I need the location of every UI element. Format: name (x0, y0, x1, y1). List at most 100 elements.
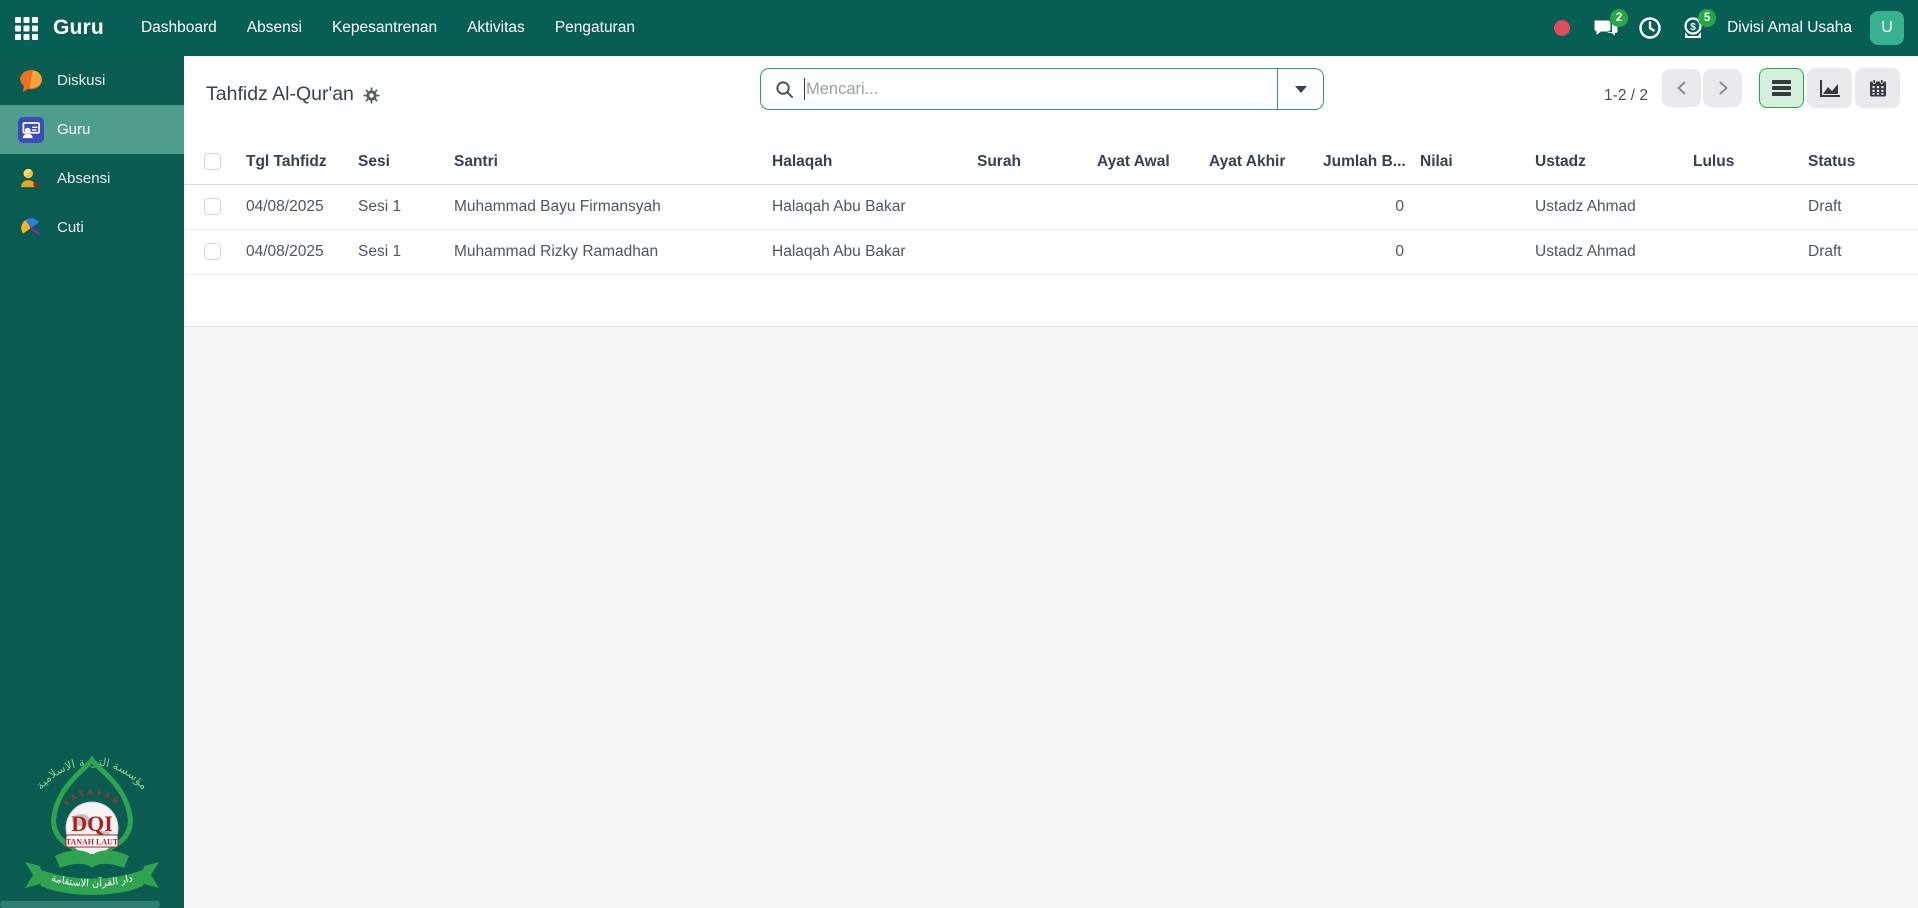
cell-halaqah[interactable]: Halaqah Abu Bakar (764, 184, 969, 230)
text-cursor (804, 78, 805, 100)
menu-kepesantrenan[interactable]: Kepesantrenan (319, 11, 450, 45)
cell-ayat-awal[interactable] (1089, 229, 1201, 275)
cell-lulus[interactable] (1685, 184, 1800, 230)
sidebar-item-diskusi[interactable]: Diskusi (0, 56, 184, 105)
column-santri[interactable]: Santri (446, 140, 764, 185)
column-sesi[interactable]: Sesi (350, 140, 446, 185)
column-jumlah[interactable]: Jumlah B... (1315, 140, 1412, 185)
cell-ayat-awal[interactable] (1089, 184, 1201, 230)
cell-select[interactable] (184, 229, 238, 275)
select-all-checkbox[interactable] (204, 153, 221, 171)
status-dot-icon[interactable] (1547, 12, 1577, 44)
table-row[interactable]: 04/08/2025 Sesi 1 Muhammad Rizky Ramadha… (184, 229, 1918, 275)
cell-sesi[interactable]: Sesi 1 (350, 229, 446, 275)
column-status[interactable]: Status (1800, 140, 1918, 185)
sidebar-item-guru[interactable]: Guru (0, 105, 184, 154)
cell-halaqah[interactable]: Halaqah Abu Bakar (764, 229, 969, 275)
navbar-right: 2 $ 5 Divisi Amal Usaha U (1547, 9, 1904, 45)
app-sidebar: Diskusi Guru Absensi Cuti مؤسسة التربية … (0, 56, 184, 908)
activities-badge: 5 (1698, 9, 1717, 27)
header-select-all[interactable] (184, 140, 238, 185)
column-surah[interactable]: Surah (969, 140, 1089, 185)
cell-tgl[interactable]: 04/08/2025 (238, 184, 350, 230)
row-checkbox[interactable] (204, 243, 221, 260)
table-header-row: Tgl Tahfidz Sesi Santri Halaqah Surah Ay… (184, 140, 1918, 185)
view-switcher (1759, 68, 1900, 108)
cell-santri[interactable]: Muhammad Rizky Ramadhan (446, 229, 764, 275)
column-halaqah[interactable]: Halaqah (764, 140, 969, 185)
column-tgl-tahfidz[interactable]: Tgl Tahfidz (238, 140, 350, 185)
cell-surah[interactable] (969, 184, 1089, 230)
list-view-button[interactable] (1759, 68, 1804, 108)
user-avatar[interactable]: U (1870, 11, 1904, 45)
action-gear-icon[interactable] (363, 87, 380, 104)
chevron-down-icon (1294, 85, 1307, 93)
cell-nilai[interactable] (1412, 184, 1527, 230)
pager-range: 1-2 / 2 (1604, 87, 1648, 104)
menu-pengaturan[interactable]: Pengaturan (542, 11, 648, 45)
pager-next-button[interactable] (1703, 69, 1742, 107)
discuss-icon (17, 67, 44, 94)
column-ustadz[interactable]: Ustadz (1527, 140, 1685, 185)
activities-clock-icon[interactable] (1635, 12, 1665, 44)
cell-surah[interactable] (969, 229, 1089, 275)
cell-status[interactable]: Draft (1800, 184, 1918, 230)
cell-sesi[interactable]: Sesi 1 (350, 184, 446, 230)
cell-status[interactable]: Draft (1800, 229, 1918, 275)
cell-tgl[interactable]: 04/08/2025 (238, 229, 350, 275)
calendar-view-button[interactable] (1855, 68, 1900, 108)
search-bar (760, 68, 1324, 110)
cell-lulus[interactable] (1685, 229, 1800, 275)
column-lulus[interactable]: Lulus (1685, 140, 1800, 185)
payment-inbox-icon[interactable]: $ 5 (1679, 9, 1717, 44)
sidebar-item-label: Diskusi (57, 72, 106, 89)
user-name[interactable]: Divisi Amal Usaha (1727, 19, 1852, 37)
timeoff-umbrella-icon (17, 214, 44, 241)
app-brand[interactable]: Guru (53, 16, 104, 40)
search-input[interactable] (806, 79, 1277, 99)
list-view-icon (1772, 80, 1791, 96)
logo-dqi: DQI (71, 811, 113, 836)
sidebar-item-cuti[interactable]: Cuti (0, 203, 184, 252)
cell-santri[interactable]: Muhammad Bayu Firmansyah (446, 184, 764, 230)
records-table: Tgl Tahfidz Sesi Santri Halaqah Surah Ay… (184, 140, 1918, 275)
pager-previous-button[interactable] (1662, 69, 1701, 107)
apps-grid-icon[interactable] (15, 16, 38, 40)
column-nilai[interactable]: Nilai (1412, 140, 1527, 185)
attendance-icon (17, 165, 44, 192)
table-row[interactable]: 04/08/2025 Sesi 1 Muhammad Bayu Firmansy… (184, 184, 1918, 230)
graph-view-button[interactable] (1807, 68, 1852, 108)
chevron-left-icon (1677, 81, 1685, 95)
top-navbar: Guru Dashboard Absensi Kepesantrenan Akt… (0, 0, 1918, 56)
menu-absensi[interactable]: Absensi (234, 11, 315, 45)
cell-nilai[interactable] (1412, 229, 1527, 275)
foundation-logo: مؤسسة التربية الاسلامية YAYASAN DQI TANA… (17, 736, 167, 896)
column-ayat-awal[interactable]: Ayat Awal (1089, 140, 1201, 185)
menu-dashboard[interactable]: Dashboard (128, 11, 230, 45)
logo-tanah-laut: TANAH LAUT (66, 838, 119, 847)
row-checkbox[interactable] (204, 198, 221, 215)
sidebar-item-label: Absensi (57, 170, 111, 187)
sidebar-item-absensi[interactable]: Absensi (0, 154, 184, 203)
pager-buttons (1662, 69, 1742, 107)
cell-ayat-akhir[interactable] (1201, 184, 1315, 230)
cell-jumlah[interactable]: 0 (1315, 229, 1412, 275)
search-dropdown-toggle[interactable] (1277, 69, 1323, 109)
messages-icon[interactable]: 2 (1591, 9, 1629, 44)
page-title: Tahfidz Al-Qur'an (206, 83, 354, 105)
svg-text:$: $ (1690, 22, 1696, 33)
sidebar-item-label: Cuti (57, 219, 84, 236)
menu-aktivitas[interactable]: Aktivitas (454, 11, 538, 45)
cell-ustadz[interactable]: Ustadz Ahmad (1527, 229, 1685, 275)
cell-ustadz[interactable]: Ustadz Ahmad (1527, 184, 1685, 230)
cell-ayat-akhir[interactable] (1201, 229, 1315, 275)
calendar-view-icon (1869, 79, 1886, 97)
sidebar-scrollbar[interactable] (0, 901, 160, 908)
graph-view-icon (1819, 79, 1840, 97)
chevron-right-icon (1719, 81, 1727, 95)
control-panel: Tahfidz Al-Qur'an Mencari... 1-2 / 2 (184, 56, 1918, 140)
column-ayat-akhir[interactable]: Ayat Akhir (1201, 140, 1315, 185)
cell-select[interactable] (184, 184, 238, 230)
cell-jumlah[interactable]: 0 (1315, 184, 1412, 230)
search-icon (776, 80, 794, 98)
